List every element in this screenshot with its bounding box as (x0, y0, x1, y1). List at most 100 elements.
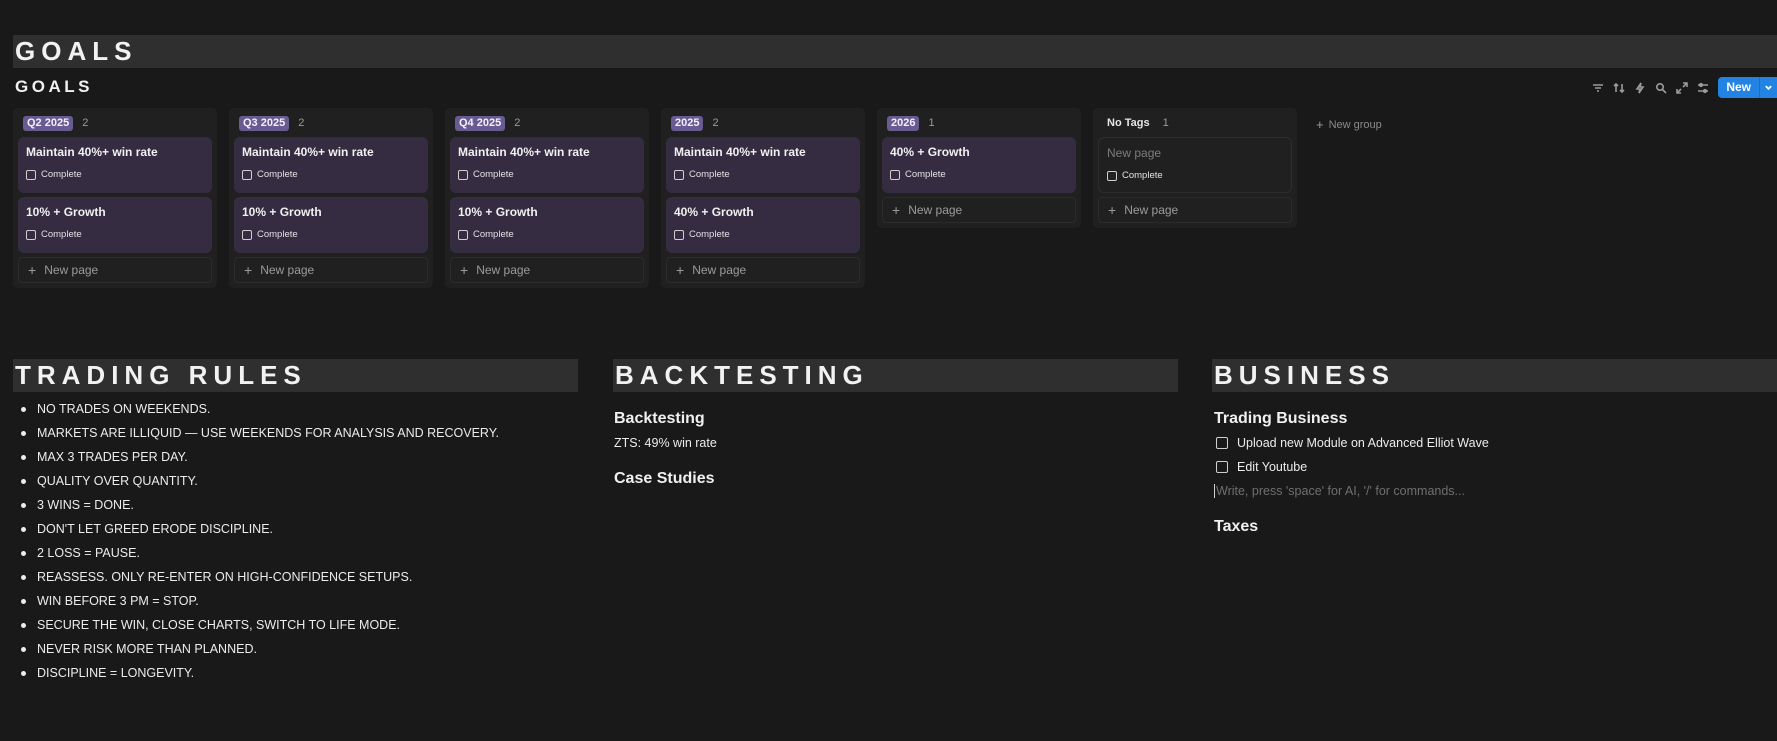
complete-checkbox[interactable] (1107, 170, 1117, 181)
column-header[interactable]: 2026 1 (882, 114, 1076, 132)
board-card[interactable]: 10% + Growth Complete (18, 197, 212, 253)
list-item[interactable]: 2 LOSS = PAUSE. (13, 541, 573, 565)
todo-checkbox[interactable] (1216, 461, 1228, 473)
rule-text: 2 LOSS = PAUSE. (37, 546, 140, 560)
group-tag: No Tags (1107, 116, 1150, 129)
complete-checkbox[interactable] (458, 229, 468, 240)
todo-item[interactable]: Upload new Module on Advanced Elliot Wav… (1216, 436, 1489, 450)
taxes-heading[interactable]: Taxes (1214, 518, 1258, 536)
new-button[interactable]: New (1718, 77, 1759, 98)
group-count: 1 (928, 117, 935, 129)
board-card[interactable]: 10% + Growth Complete (450, 197, 644, 253)
group-count: 2 (712, 117, 719, 129)
todo-item[interactable]: Edit Youtube (1216, 460, 1307, 474)
checkbox-label: Complete (41, 229, 82, 240)
board-card[interactable]: 40% + Growth Complete (666, 197, 860, 253)
complete-checkbox[interactable] (674, 229, 684, 240)
bullet-icon (21, 670, 26, 676)
board-card[interactable]: 40% + Growth Complete (882, 137, 1076, 193)
new-page-button[interactable]: + New page (18, 257, 212, 283)
complete-checkbox[interactable] (26, 229, 36, 240)
board-column: Q3 2025 2 Maintain 40%+ win rate Complet… (229, 108, 433, 288)
new-page-button[interactable]: + New page (234, 257, 428, 283)
backtesting-subheading[interactable]: Backtesting (614, 410, 705, 428)
rule-text: MAX 3 TRADES PER DAY. (37, 450, 188, 464)
settings-icon[interactable] (1692, 77, 1713, 98)
complete-checkbox[interactable] (26, 169, 36, 180)
new-page-button[interactable]: + New page (666, 257, 860, 283)
checkbox-label: Complete (473, 169, 514, 180)
list-item[interactable]: DON'T LET GREED ERODE DISCIPLINE. (13, 517, 573, 541)
new-page-label: New page (1124, 203, 1179, 217)
new-page-button[interactable]: + New page (1098, 197, 1292, 223)
case-studies-heading[interactable]: Case Studies (614, 470, 714, 488)
complete-checkbox[interactable] (242, 229, 252, 240)
bullet-icon (21, 526, 26, 532)
plus-icon: + (1316, 117, 1324, 132)
group-count: 1 (1162, 117, 1169, 129)
database-title[interactable]: GOALS (15, 77, 93, 97)
list-item[interactable]: DISCIPLINE = LONGEVITY. (13, 661, 573, 685)
bullet-icon (21, 502, 26, 508)
plus-icon: + (460, 262, 469, 278)
new-group-button[interactable]: + New group (1316, 118, 1382, 131)
list-item[interactable]: QUALITY OVER QUANTITY. (13, 469, 573, 493)
complete-checkbox[interactable] (890, 169, 900, 180)
group-tag: Q2 2025 (23, 115, 74, 131)
trading-business-heading[interactable]: Trading Business (1214, 410, 1347, 428)
checkbox-label: Complete (689, 229, 730, 240)
complete-checkbox[interactable] (242, 169, 252, 180)
todo-checkbox[interactable] (1216, 437, 1228, 449)
todo-text: Edit Youtube (1237, 460, 1308, 474)
automation-icon[interactable] (1629, 77, 1650, 98)
board-card[interactable]: Maintain 40%+ win rate Complete (666, 137, 860, 193)
board-card[interactable]: Maintain 40%+ win rate Complete (234, 137, 428, 193)
list-item[interactable]: NEVER RISK MORE THAN PLANNED. (13, 637, 573, 661)
backtesting-line[interactable]: ZTS: 49% win rate (614, 436, 717, 450)
list-item[interactable]: WIN BEFORE 3 PM = STOP. (13, 589, 573, 613)
plus-icon: + (244, 262, 253, 278)
complete-checkbox[interactable] (458, 169, 468, 180)
plus-icon: + (676, 262, 685, 278)
database-toolbar: New (1587, 77, 1777, 98)
new-page-button[interactable]: + New page (450, 257, 644, 283)
board-card[interactable]: 10% + Growth Complete (234, 197, 428, 253)
list-item[interactable]: SECURE THE WIN, CLOSE CHARTS, SWITCH TO … (13, 613, 573, 637)
expand-icon[interactable] (1671, 77, 1692, 98)
list-item[interactable]: REASSESS. ONLY RE-ENTER ON HIGH-CONFIDEN… (13, 565, 573, 589)
editor-placeholder[interactable]: Write, press 'space' for AI, '/' for com… (1214, 484, 1465, 498)
list-item[interactable]: NO TRADES ON WEEKENDS. (13, 397, 573, 421)
list-item[interactable]: MARKETS ARE ILLIQUID — USE WEEKENDS FOR … (13, 421, 573, 445)
card-title: 10% + Growth (458, 205, 538, 219)
column-header[interactable]: Q3 2025 2 (234, 114, 428, 132)
todo-text: Upload new Module on Advanced Elliot Wav… (1237, 436, 1489, 450)
rule-text: DON'T LET GREED ERODE DISCIPLINE. (37, 522, 274, 536)
rule-text: MARKETS ARE ILLIQUID — USE WEEKENDS FOR … (37, 426, 499, 440)
column-header[interactable]: Q2 2025 2 (18, 114, 212, 132)
column-header[interactable]: No Tags 1 (1098, 114, 1292, 132)
bullet-icon (21, 598, 26, 604)
list-item[interactable]: MAX 3 TRADES PER DAY. (13, 445, 573, 469)
chevron-down-icon[interactable] (1759, 77, 1777, 98)
bullet-icon (21, 550, 26, 556)
new-page-button[interactable]: + New page (882, 197, 1076, 223)
list-item[interactable]: 3 WINS = DONE. (13, 493, 573, 517)
filter-icon[interactable] (1587, 77, 1608, 98)
rule-text: QUALITY OVER QUANTITY. (37, 474, 198, 488)
bullet-icon (21, 574, 26, 580)
search-icon[interactable] (1650, 77, 1671, 98)
card-title: 40% + Growth (890, 145, 970, 159)
column-header[interactable]: Q4 2025 2 (450, 114, 644, 132)
rule-text: 3 WINS = DONE. (37, 498, 134, 512)
complete-checkbox[interactable] (674, 169, 684, 180)
board-card[interactable]: Maintain 40%+ win rate Complete (18, 137, 212, 193)
board-column: Q4 2025 2 Maintain 40%+ win rate Complet… (445, 108, 649, 288)
board-card[interactable]: New page Complete (1098, 137, 1292, 193)
sort-icon[interactable] (1608, 77, 1629, 98)
group-count: 2 (82, 117, 89, 129)
rule-text: REASSESS. ONLY RE-ENTER ON HIGH-CONFIDEN… (37, 570, 413, 584)
column-header[interactable]: 2025 2 (666, 114, 860, 132)
board-column: No Tags 1 New page Complete + New page (1093, 108, 1297, 228)
group-tag: Q4 2025 (455, 115, 506, 131)
board-card[interactable]: Maintain 40%+ win rate Complete (450, 137, 644, 193)
